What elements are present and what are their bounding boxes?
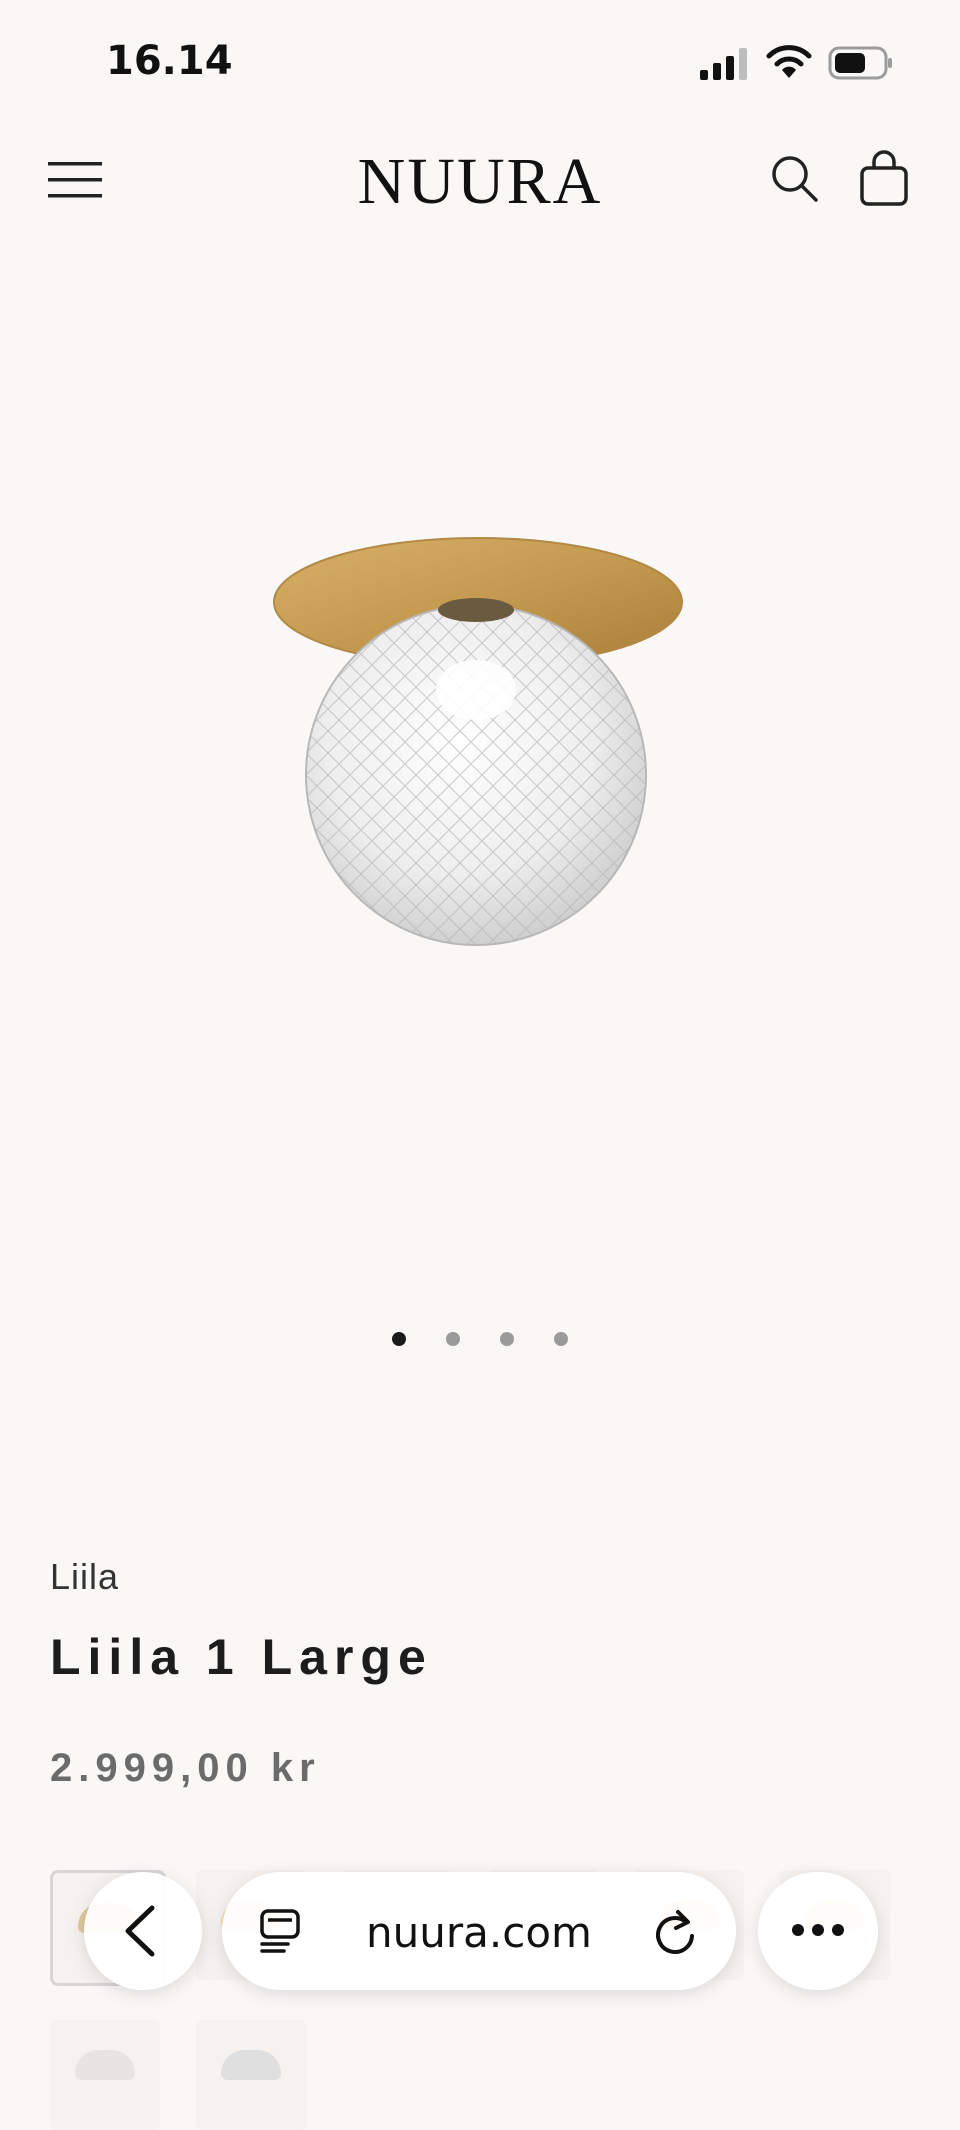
product-collection[interactable]: Liila xyxy=(50,1556,119,1598)
reload-icon[interactable] xyxy=(652,1908,698,1956)
back-button[interactable] xyxy=(84,1872,202,1990)
more-icon xyxy=(792,1924,844,1936)
battery-icon xyxy=(828,46,892,80)
browser-toolbar: nuura.com xyxy=(0,1870,960,2000)
carousel-dot-3[interactable] xyxy=(500,1332,514,1346)
bag-icon[interactable] xyxy=(858,150,910,206)
address-bar[interactable]: nuura.com xyxy=(222,1872,736,1990)
product-image[interactable] xyxy=(240,500,720,960)
site-header: NUURA xyxy=(0,140,960,220)
back-chevron-icon xyxy=(125,1905,155,1957)
variant-thumb-7[interactable] xyxy=(50,2020,160,2130)
product-price: 2.999,00 kr xyxy=(50,1746,321,1790)
variant-thumb-8[interactable] xyxy=(196,2020,306,2130)
signal-icon xyxy=(700,48,747,80)
search-icon[interactable] xyxy=(770,154,820,204)
product-title: Liila 1 Large xyxy=(50,1629,433,1685)
status-bar: 16.14 xyxy=(0,0,960,120)
status-time: 16.14 xyxy=(106,38,233,84)
carousel-dot-2[interactable] xyxy=(446,1332,460,1346)
carousel-dots xyxy=(0,1332,960,1352)
carousel-dot-4[interactable] xyxy=(554,1332,568,1346)
more-button[interactable] xyxy=(758,1872,878,1990)
carousel-dot-1[interactable] xyxy=(392,1332,406,1346)
wifi-icon xyxy=(766,45,812,78)
